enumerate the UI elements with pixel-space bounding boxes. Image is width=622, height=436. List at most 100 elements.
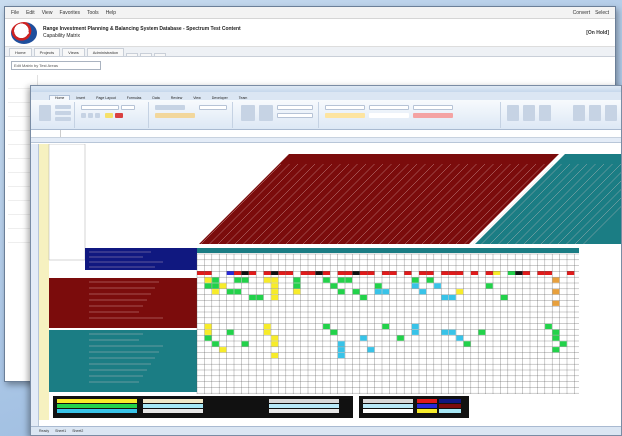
status-strip-cell: [522, 271, 530, 275]
legend-navy: [439, 399, 461, 403]
matrix-cell-filled: [234, 277, 242, 283]
legend-item-4: [269, 399, 339, 403]
tab-administration[interactable]: Administration: [86, 48, 125, 56]
wrap-text-button[interactable]: [155, 105, 185, 110]
italic-button[interactable]: [88, 113, 93, 118]
status-strip-cell: [574, 271, 582, 275]
status-strip-cell: [433, 271, 442, 275]
matrix-cell-filled: [219, 283, 227, 289]
style-input[interactable]: [413, 113, 453, 118]
menu-edit[interactable]: Edit: [26, 10, 35, 16]
matrix-cell-filled: [559, 341, 567, 347]
underline-button[interactable]: [95, 113, 100, 118]
status-strip-cell: [411, 271, 419, 275]
matrix-cell-filled: [552, 335, 560, 341]
tab-5[interactable]: [126, 53, 139, 56]
status-strip-cell: [448, 271, 456, 275]
capability-matrix-sheet[interactable]: [39, 143, 621, 428]
cut-button[interactable]: [55, 105, 71, 109]
delete-cells-button[interactable]: [523, 105, 535, 121]
matrix-cell-filled: [226, 289, 234, 295]
conditional-format-button[interactable]: [241, 105, 255, 121]
copy-button[interactable]: [55, 111, 71, 115]
sheet-tab-1[interactable]: Sheet1: [55, 429, 66, 433]
menu-favorites[interactable]: Favorites: [59, 10, 80, 16]
select-button[interactable]: Select: [595, 10, 609, 16]
font-size-select[interactable]: [121, 105, 135, 110]
merge-center-button[interactable]: [155, 113, 195, 118]
menu-tools[interactable]: Tools: [87, 10, 99, 16]
menu-view[interactable]: View: [42, 10, 53, 16]
status-strip-cell: [567, 271, 575, 275]
app-header: ERS Range Investment Planning & Balancin…: [5, 19, 615, 47]
tab-projects[interactable]: Projects: [33, 48, 61, 56]
excel-window: Home Insert Page Layout Formulas Data Re…: [30, 85, 622, 436]
style-normal[interactable]: [277, 105, 313, 110]
format-table-button[interactable]: [259, 105, 273, 121]
style-neutral[interactable]: [277, 113, 313, 118]
matrix-filter-select[interactable]: Edit Matrix by Test Areas: [11, 61, 101, 70]
autosum-button[interactable]: [605, 105, 617, 121]
tab-6[interactable]: [140, 53, 153, 56]
clipboard-group: [35, 102, 75, 128]
matrix-cell-filled: [212, 277, 219, 283]
legend-item-3: [143, 409, 203, 413]
matrix-cell-filled: [456, 289, 464, 295]
matrix-cell-filled: [411, 323, 419, 330]
matrix-cell-filled: [352, 289, 360, 295]
style-explanatory[interactable]: [369, 113, 409, 118]
legend-cyan: [57, 409, 137, 413]
formula-input[interactable]: [61, 130, 621, 137]
format-painter-button[interactable]: [55, 117, 71, 121]
status-label: [On Hold]: [586, 29, 609, 36]
matrix-cell-filled: [411, 283, 419, 289]
status-strip-cell: [285, 271, 294, 275]
status-strip-cell: [271, 271, 279, 275]
insert-cells-button[interactable]: [507, 105, 519, 121]
legend-cyan-2: [439, 409, 461, 413]
convert-button[interactable]: Convert: [573, 10, 591, 16]
status-strip-cell: [544, 271, 553, 275]
matrix-cell-filled: [552, 289, 560, 295]
matrix-cell-filled: [323, 323, 330, 330]
legend-blue: [417, 404, 437, 408]
paste-button[interactable]: [39, 105, 51, 121]
status-strip-cell: [204, 271, 212, 275]
sort-filter-button[interactable]: [573, 105, 585, 121]
tab-home[interactable]: Home: [9, 48, 32, 56]
matrix-cell-filled: [463, 341, 471, 347]
style-check-cell[interactable]: [325, 113, 365, 118]
app-tabs: Home Projects Views Administration: [5, 47, 615, 57]
status-strip-cell: [485, 271, 493, 275]
matrix-cell-filled: [500, 294, 508, 301]
status-strip-cell: [278, 271, 286, 275]
style-bad[interactable]: [325, 105, 365, 110]
fill-color-button[interactable]: [105, 113, 113, 118]
sheet-tab-2[interactable]: Sheet2: [72, 429, 83, 433]
tab-views[interactable]: Views: [62, 48, 85, 56]
matrix-cell-filled: [448, 294, 456, 301]
find-select-button[interactable]: [589, 105, 601, 121]
status-strip-cell: [374, 271, 382, 275]
matrix-cell-filled: [226, 329, 234, 335]
name-box[interactable]: [31, 130, 61, 137]
font-name-select[interactable]: [81, 105, 119, 110]
status-strip-cell: [419, 271, 427, 275]
style-calculation[interactable]: [413, 105, 453, 110]
format-cells-button[interactable]: [539, 105, 551, 121]
matrix-cell-filled: [456, 335, 464, 341]
matrix-cell-filled: [249, 294, 256, 301]
font-color-button[interactable]: [115, 113, 123, 118]
tab-7[interactable]: [154, 53, 167, 56]
bold-button[interactable]: [81, 113, 86, 118]
matrix-cell-filled: [330, 283, 338, 289]
menu-file[interactable]: File: [11, 10, 19, 16]
menu-help[interactable]: Help: [106, 10, 116, 16]
number-format-select[interactable]: [199, 105, 227, 110]
status-strip-cell: [559, 271, 567, 275]
style-good[interactable]: [369, 105, 409, 110]
status-strip-cell: [530, 271, 538, 275]
matrix-cell-filled: [204, 277, 212, 283]
matrix-cell-filled: [552, 329, 560, 335]
matrix-cell-filled: [411, 329, 419, 335]
